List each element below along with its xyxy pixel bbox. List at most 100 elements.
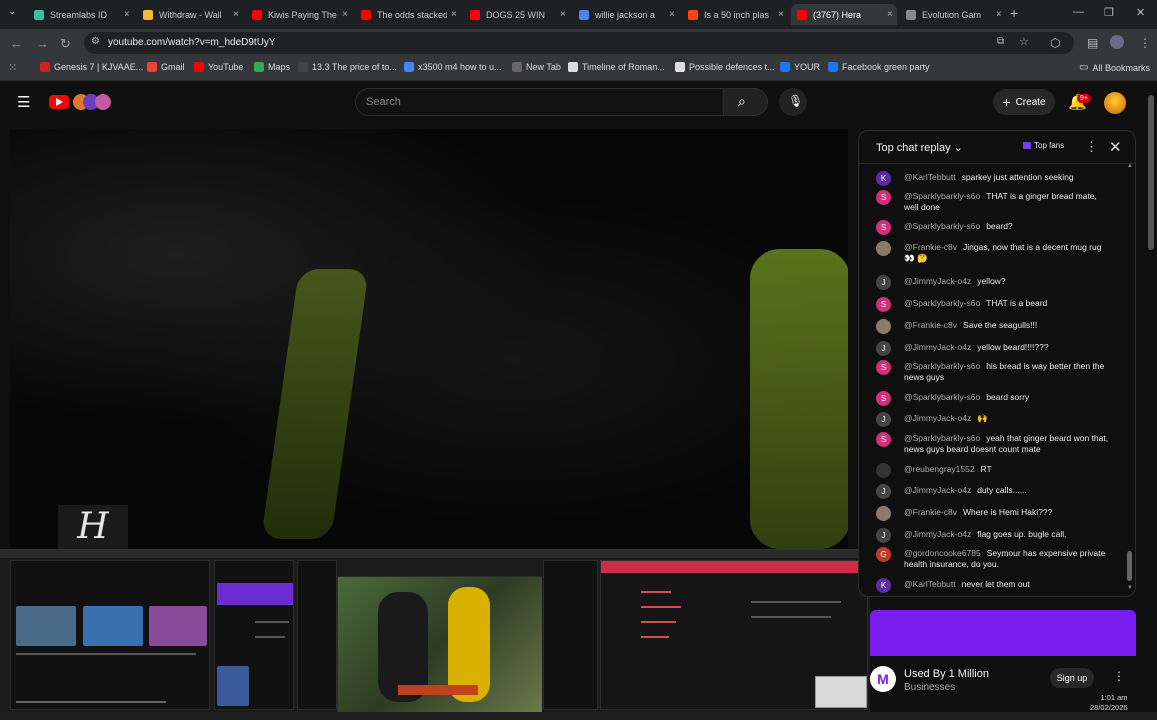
chat-avatar[interactable]: J xyxy=(876,341,891,356)
restore-icon[interactable]: ❐ xyxy=(1104,6,1114,19)
chat-mode-dropdown[interactable]: Top chat replay ⌄ xyxy=(876,141,963,154)
tab-close-icon[interactable]: × xyxy=(887,9,893,20)
tab-close-icon[interactable]: × xyxy=(124,9,130,20)
tab-close-icon[interactable]: × xyxy=(996,9,1002,20)
apps-grid-icon[interactable]: ⁙ xyxy=(8,61,17,74)
chat-avatar[interactable]: K xyxy=(876,578,891,593)
browser-tab[interactable]: Is a 50 inch plas × xyxy=(682,4,788,25)
channel-watermark[interactable]: H xyxy=(58,505,128,549)
browser-tab[interactable]: Kiwis Paying The × xyxy=(246,4,352,25)
chat-author[interactable]: @JimmyJack-o4z xyxy=(904,413,971,423)
browser-tab[interactable]: (3767) Hera × xyxy=(791,4,897,25)
chat-author[interactable]: @Frankie-c8v xyxy=(904,320,957,330)
new-tab-button[interactable]: + xyxy=(1010,5,1018,21)
hamburger-menu-icon[interactable]: ☰ xyxy=(17,93,30,111)
sign-up-button[interactable]: Sign up xyxy=(1050,668,1094,688)
reload-icon[interactable]: ↻ xyxy=(60,36,71,52)
chat-author[interactable]: @KarlTebbutt xyxy=(904,579,956,589)
chat-avatar[interactable]: J xyxy=(876,412,891,427)
install-app-icon[interactable]: ⧉ xyxy=(997,36,1004,47)
chat-author[interactable]: @Frankie-c8v xyxy=(904,507,957,517)
browser-tab[interactable]: willie jackson a × xyxy=(573,4,679,25)
tab-close-icon[interactable]: × xyxy=(451,9,457,20)
chat-more-options-icon[interactable]: ⋮ xyxy=(1085,139,1098,155)
search-button[interactable]: ⌕ xyxy=(723,88,768,116)
tab-close-icon[interactable]: × xyxy=(342,9,348,20)
chat-avatar[interactable]: S xyxy=(876,220,891,235)
bookmark-item[interactable]: Facebook green party xyxy=(828,62,930,72)
chat-avatar[interactable] xyxy=(876,506,891,521)
minimize-icon[interactable]: — xyxy=(1073,6,1084,18)
youtube-logo[interactable] xyxy=(49,94,115,110)
chat-author[interactable]: @Sparklybarkly-s6o xyxy=(904,392,980,402)
chat-avatar[interactable]: S xyxy=(876,297,891,312)
address-bar[interactable]: ⚙ youtube.com/watch?v=m_hdeD9tUyY ⧉ ☆ xyxy=(84,32,1074,54)
chat-author[interactable]: @gordoncooke6785 xyxy=(904,548,981,558)
bookmark-item[interactable]: 13.3 The price of to... xyxy=(298,62,397,72)
bookmark-item[interactable]: New Tab xyxy=(512,62,561,72)
chat-author[interactable]: @JimmyJack-o4z xyxy=(904,529,971,539)
forward-icon[interactable]: → xyxy=(36,36,49,51)
tab-close-icon[interactable]: × xyxy=(233,9,239,20)
chat-avatar[interactable] xyxy=(876,463,891,478)
bookmark-item[interactable]: Timeline of Roman... xyxy=(568,62,665,72)
system-clock[interactable]: 1:01 am 28/02/2026 xyxy=(1090,693,1128,713)
back-icon[interactable]: ← xyxy=(10,36,23,51)
chat-author[interactable]: @JimmyJack-o4z xyxy=(904,276,971,286)
tab-search-icon[interactable]: ⌄ xyxy=(8,6,16,17)
bookmark-item[interactable]: Genesis 7 | KJVAAE... xyxy=(40,62,143,72)
browser-tab[interactable]: Withdraw - Wall × xyxy=(137,4,243,25)
sidebar-icon[interactable]: ▤ xyxy=(1087,36,1098,50)
create-button[interactable]: + Create xyxy=(993,89,1055,115)
voice-search-button[interactable]: 🎙 xyxy=(779,88,807,116)
bookmark-item[interactable]: Possible defences t... xyxy=(675,62,775,72)
chat-author[interactable]: @Sparklybarkly-s6o xyxy=(904,298,980,308)
chat-author[interactable]: @Sparklybarkly-s6o xyxy=(904,191,980,201)
tab-close-icon[interactable]: × xyxy=(560,9,566,20)
ad-more-options-icon[interactable]: ⋮ xyxy=(1113,669,1125,683)
close-window-icon[interactable]: ✕ xyxy=(1136,6,1145,19)
chat-scrollbar[interactable]: ▲ ▼ xyxy=(1127,163,1133,591)
chat-author[interactable]: @Sparklybarkly-s6o xyxy=(904,221,980,231)
advertiser-logo[interactable]: M xyxy=(870,666,896,692)
extensions-icon[interactable]: ⬡ xyxy=(1050,36,1060,50)
bookmark-item[interactable]: x3500 m4 how to u... xyxy=(404,62,502,72)
browser-tab[interactable]: Streamlabs ID × xyxy=(28,4,134,25)
all-bookmarks-button[interactable]: ▭ All Bookmarks xyxy=(1079,62,1150,73)
video-player[interactable] xyxy=(10,129,848,549)
bookmark-item[interactable]: Maps xyxy=(254,62,290,72)
chat-avatar[interactable]: K xyxy=(876,171,891,186)
chat-avatar[interactable] xyxy=(876,241,891,256)
chat-avatar[interactable]: S xyxy=(876,190,891,205)
chat-avatar[interactable]: S xyxy=(876,432,891,447)
bookmark-item[interactable]: Gmail xyxy=(147,62,185,72)
chat-author[interactable]: @KarlTebbutt xyxy=(904,172,956,182)
chat-avatar[interactable]: J xyxy=(876,275,891,290)
bookmark-item[interactable]: YouTube xyxy=(194,62,243,72)
ad-title[interactable]: Used By 1 Million xyxy=(904,668,989,680)
profile-avatar[interactable] xyxy=(1110,35,1124,49)
chat-author[interactable]: @Sparklybarkly-s6o xyxy=(904,361,980,371)
chat-avatar[interactable]: S xyxy=(876,360,891,375)
close-chat-icon[interactable]: ✕ xyxy=(1109,138,1122,156)
search-input[interactable]: Search xyxy=(355,88,724,116)
chat-avatar[interactable]: J xyxy=(876,528,891,543)
top-fans-button[interactable]: Top fans xyxy=(1023,141,1064,150)
bookmark-star-icon[interactable]: ☆ xyxy=(1019,35,1029,48)
chat-avatar[interactable]: S xyxy=(876,391,891,406)
bookmark-item[interactable]: YOUR xyxy=(780,62,820,72)
ad-banner[interactable] xyxy=(870,610,1136,656)
chat-author[interactable]: @Frankie-c8v xyxy=(904,242,957,252)
tab-close-icon[interactable]: × xyxy=(669,9,675,20)
chat-avatar[interactable] xyxy=(876,319,891,334)
account-avatar[interactable] xyxy=(1104,92,1126,114)
chat-author[interactable]: @Sparklybarkly-s6o xyxy=(904,433,980,443)
chat-author[interactable]: @reubengray1552 xyxy=(904,464,975,474)
page-scroll-thumb[interactable] xyxy=(1148,95,1154,250)
browser-tab[interactable]: DOGS 25 WIN × xyxy=(464,4,570,25)
site-info-icon[interactable]: ⚙ xyxy=(91,36,100,47)
chat-avatar[interactable]: G xyxy=(876,547,891,562)
browser-tab[interactable]: Evolution Gam × xyxy=(900,4,1006,25)
chat-author[interactable]: @JimmyJack-o4z xyxy=(904,485,971,495)
chat-scroll-thumb[interactable] xyxy=(1127,551,1132,581)
